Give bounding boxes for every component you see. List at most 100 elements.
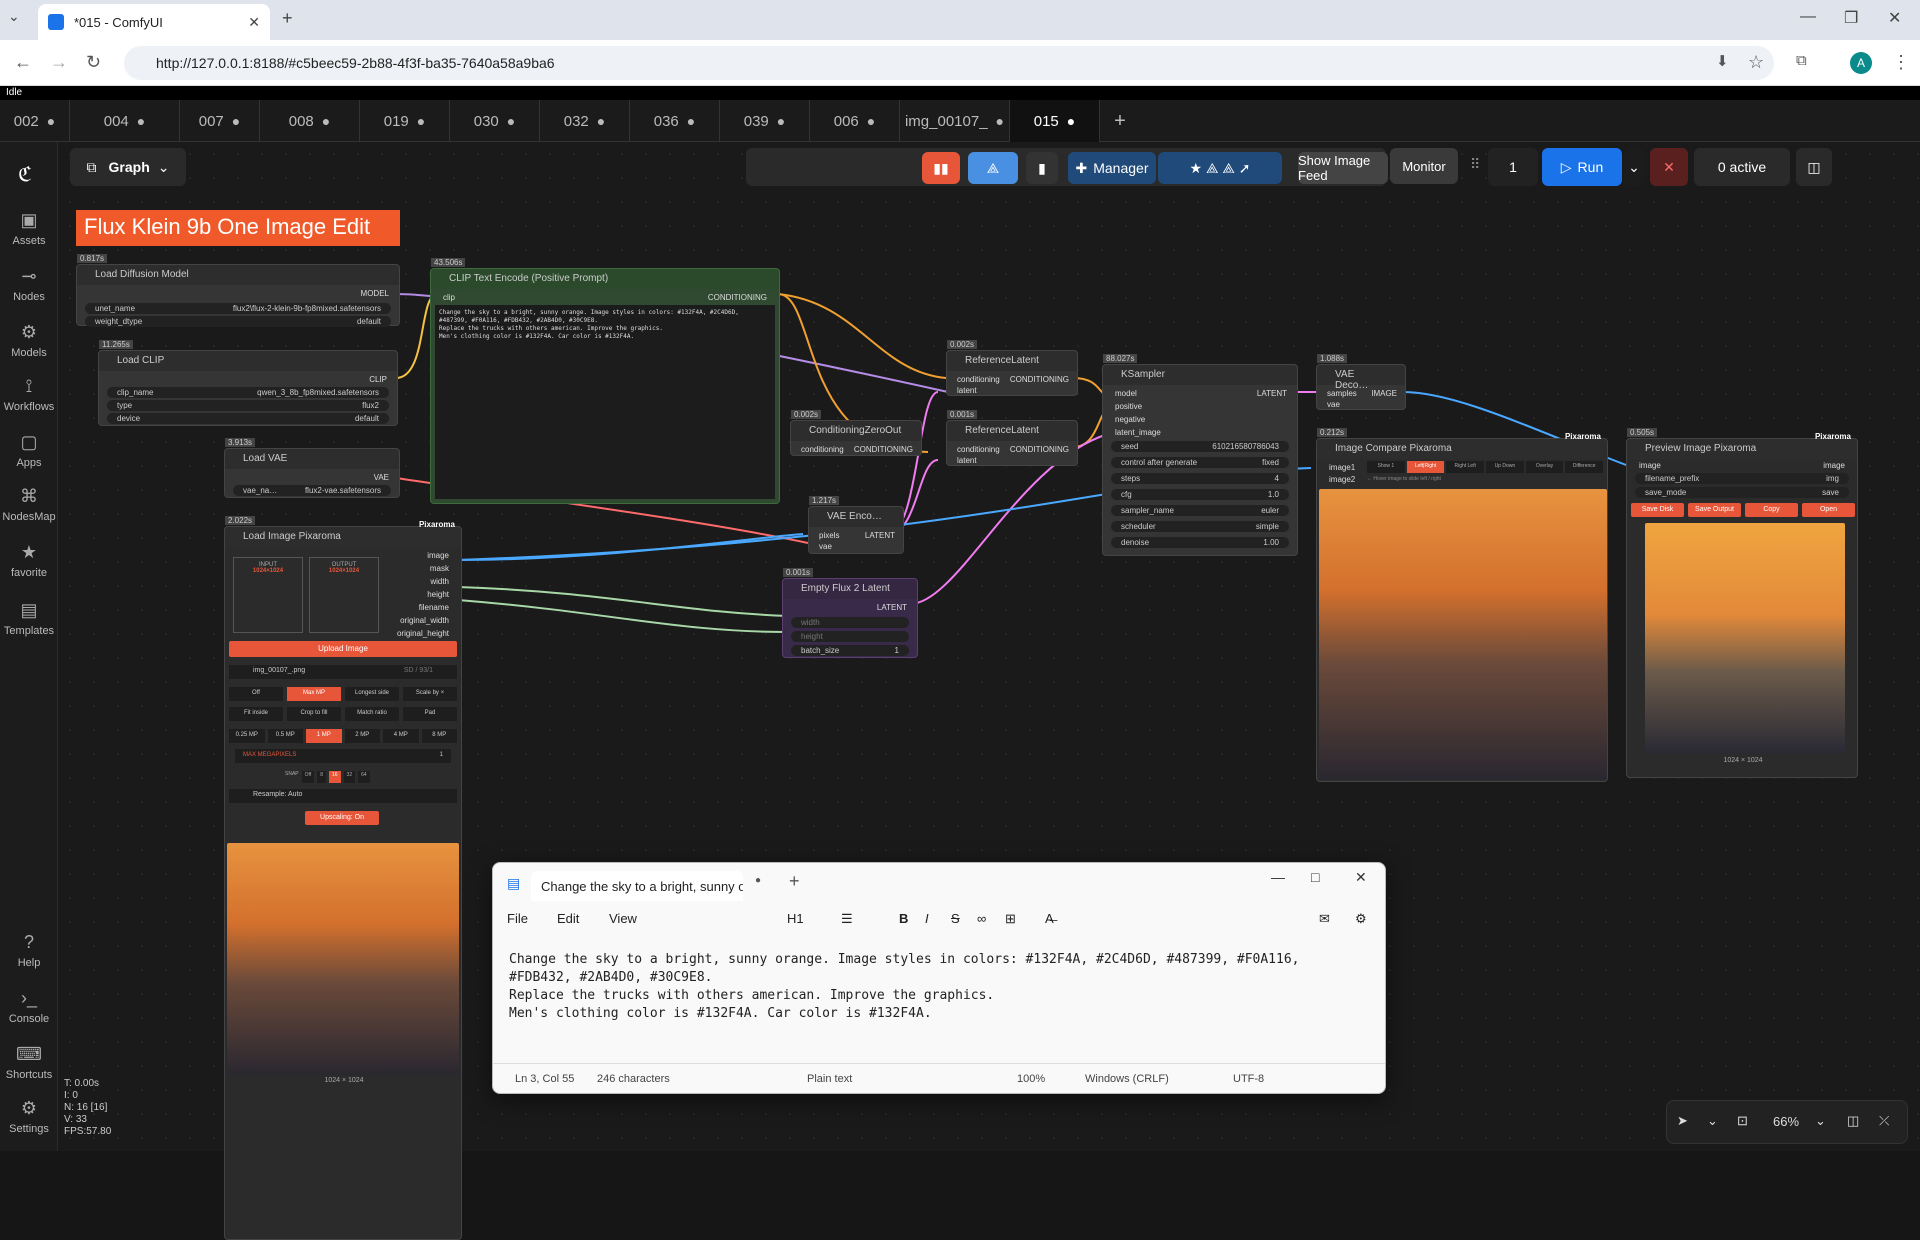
widget-save-mode[interactable]: save_mode save [1635,487,1849,498]
sidebar-item-nodesmap[interactable]: ⌘ NodesMap [0,486,58,523]
compare-mode-button[interactable]: Show 1 [1367,461,1405,473]
fit-button[interactable]: Pad [403,707,457,721]
widget-denoise[interactable]: denoise 1.00 [1111,537,1289,548]
close-window-icon[interactable]: ✕ [1888,8,1901,28]
sidebar-item-settings[interactable]: ⚙ Settings [0,1098,58,1135]
bookmark-button[interactable]: ▮ [1026,152,1058,184]
comfy-logo-icon[interactable]: ℭ [18,162,32,187]
workflow-tab[interactable]: 008 ● [260,100,360,142]
queue-count-input[interactable]: 1 [1488,148,1538,186]
widget-clip-name[interactable]: clip_name qwen_3_8b_fp8mixed.safetensors [107,387,389,398]
widget-unet-name[interactable]: unet_name flux2\flux-2-klein-9b-fp8mixed.… [85,303,391,314]
notepad-tab[interactable]: Change the sky to a bright, sunny o [531,871,743,901]
workflow-tab[interactable]: 039 ● [720,100,810,142]
run-options-chevron-icon[interactable]: ⌄ [1624,148,1644,186]
gear-icon[interactable]: ⚙ [1355,911,1367,927]
active-queue-button[interactable]: 0 active [1694,148,1790,186]
file-select[interactable]: img_00107_.png SD / 93/1 [229,665,457,679]
workflow-tab[interactable]: 004 ● [70,100,180,142]
browser-menu-icon[interactable]: ⋮ [1892,52,1910,73]
mp-button[interactable]: 0.5 MP [267,729,303,743]
triangle-logo-button[interactable]: ⟁ [968,152,1018,184]
mode-button[interactable]: Longest side [345,687,399,701]
save-disk-button[interactable]: Save Disk [1631,503,1684,517]
sidebar-item-assets[interactable]: ▣ Assets [0,210,58,247]
monitor-button[interactable]: Monitor [1390,148,1458,184]
workflow-tab-active[interactable]: 015 ● [1010,100,1100,142]
forward-icon[interactable]: → [50,52,68,73]
sidebar-item-templates[interactable]: ▤ Templates [0,600,58,637]
workflow-tab[interactable]: 002 ● [0,100,70,142]
table-icon[interactable]: ⊞ [1005,911,1016,927]
zoom-level[interactable]: 66% [1773,1114,1799,1129]
drag-handle-icon[interactable]: ⠿ [1470,156,1480,173]
node-load-vae[interactable]: 3.913s Load VAE VAE vae_na… flux2-vae.saf… [224,438,400,498]
snap-button[interactable]: Off [301,771,315,783]
menu-edit[interactable]: Edit [557,911,579,926]
compare-mode-button[interactable]: Overlay [1525,461,1564,473]
new-workflow-tab-button[interactable]: + [1100,100,1140,142]
fit-view-icon[interactable]: ⊡ [1737,1113,1748,1129]
sidebar-item-help[interactable]: ? Help [0,932,58,969]
install-icon[interactable]: ⬇ [1716,52,1729,70]
node-preview-image-pixaroma[interactable]: 0.505s Pixaroma Preview Image Pixaroma i… [1626,428,1858,778]
heading-dropdown[interactable]: H1 [787,911,804,926]
minimap-icon[interactable]: ◫ [1847,1113,1859,1129]
widget-height[interactable]: height [791,631,909,642]
node-reference-latent-2[interactable]: 0.001s ReferenceLatent conditioning COND… [946,410,1078,466]
widget-type[interactable]: type flux2 [107,400,389,411]
new-tab-button[interactable]: + [789,871,800,892]
clear-format-icon[interactable]: A̶ [1045,911,1054,926]
back-icon[interactable]: ← [14,52,32,73]
node-clip-text-encode[interactable]: 43.506s CLIP Text Encode (Positive Promp… [430,258,780,504]
encoding[interactable]: UTF-8 [1233,1073,1264,1085]
bold-icon[interactable]: B [899,911,908,926]
close-tab-icon[interactable]: ✕ [248,14,260,31]
fit-button[interactable]: Fit inside [229,707,283,721]
manager-extra-buttons[interactable]: ★ ⟁ ⟁ ➚ [1158,152,1282,184]
compare-image[interactable] [1319,489,1607,779]
node-vae-encode[interactable]: 1.217s VAE Enco… pixels LATENT vae [808,496,904,554]
close-icon[interactable]: ✕ [1355,869,1367,886]
sidebar-item-models[interactable]: ⚙ Models [0,322,58,359]
pointer-icon[interactable]: ➤ [1677,1113,1688,1129]
menu-file[interactable]: File [507,911,528,926]
run-button[interactable]: ▷ Run [1542,148,1622,186]
mp-button[interactable]: 0.25 MP [229,729,265,743]
new-tab-button[interactable]: + [282,8,293,29]
prompt-textarea[interactable]: Change the sky to a bright, sunny orange… [435,305,775,499]
open-button[interactable]: Open [1802,503,1855,517]
widget-seed[interactable]: seed 610216580786043 [1111,441,1289,452]
workflow-tab[interactable]: 007 ● [180,100,260,142]
node-reference-latent-1[interactable]: 0.002s ReferenceLatent conditioning COND… [946,340,1078,396]
widget-sampler-name[interactable]: sampler_name euler [1111,505,1289,516]
widget-scheduler[interactable]: scheduler simple [1111,521,1289,532]
toggle-panel-button[interactable]: ◫ [1796,148,1832,186]
profile-avatar[interactable]: A [1850,52,1872,74]
sidebar-item-apps[interactable]: ▢ Apps [0,432,58,469]
mp-button[interactable]: 8 MP [421,729,457,743]
compare-mode-button[interactable]: Difference [1565,461,1604,473]
widget-cfg[interactable]: cfg 1.0 [1111,489,1289,500]
url-field[interactable]: http://127.0.0.1:8188/#c5beec59-2b88-4f3… [124,46,1774,80]
compare-mode-button-active[interactable]: Left|Right [1406,461,1445,473]
show-image-feed-button[interactable]: Show Image Feed [1298,152,1388,184]
node-vae-decode[interactable]: 1.088s VAE Deco… samples IMAGE vae [1316,354,1406,410]
line-ending[interactable]: Windows (CRLF) [1085,1073,1169,1085]
maximize-icon[interactable]: □ [1311,869,1319,885]
node-conditioning-zero-out[interactable]: 0.002s ConditioningZeroOut conditioning … [790,410,922,456]
workflow-tab[interactable]: img_00107_ ● [900,100,1010,142]
sidebar-item-console[interactable]: ›_ Console [0,988,58,1025]
minimize-icon[interactable]: — [1271,869,1285,885]
sidebar-item-favorite[interactable]: ★ favorite [0,542,58,579]
mp-button[interactable]: 2 MP [344,729,380,743]
fit-button[interactable]: Crop to fill [287,707,341,721]
widget-control-after-generate[interactable]: control after generate fixed [1111,457,1289,468]
node-load-diffusion-model[interactable]: 0.817s Load Diffusion Model MODEL unet_n… [76,254,400,327]
strikethrough-icon[interactable]: S [951,911,960,926]
widget-filename-prefix[interactable]: filename_prefix img [1635,473,1849,484]
node-image-compare-pixaroma[interactable]: 0.212s Pixaroma Image Compare Pixaroma i… [1316,428,1608,782]
snap-button[interactable]: 32 [343,771,356,783]
cancel-run-button[interactable]: ✕ [1650,148,1688,186]
snap-button[interactable]: 64 [358,771,370,783]
